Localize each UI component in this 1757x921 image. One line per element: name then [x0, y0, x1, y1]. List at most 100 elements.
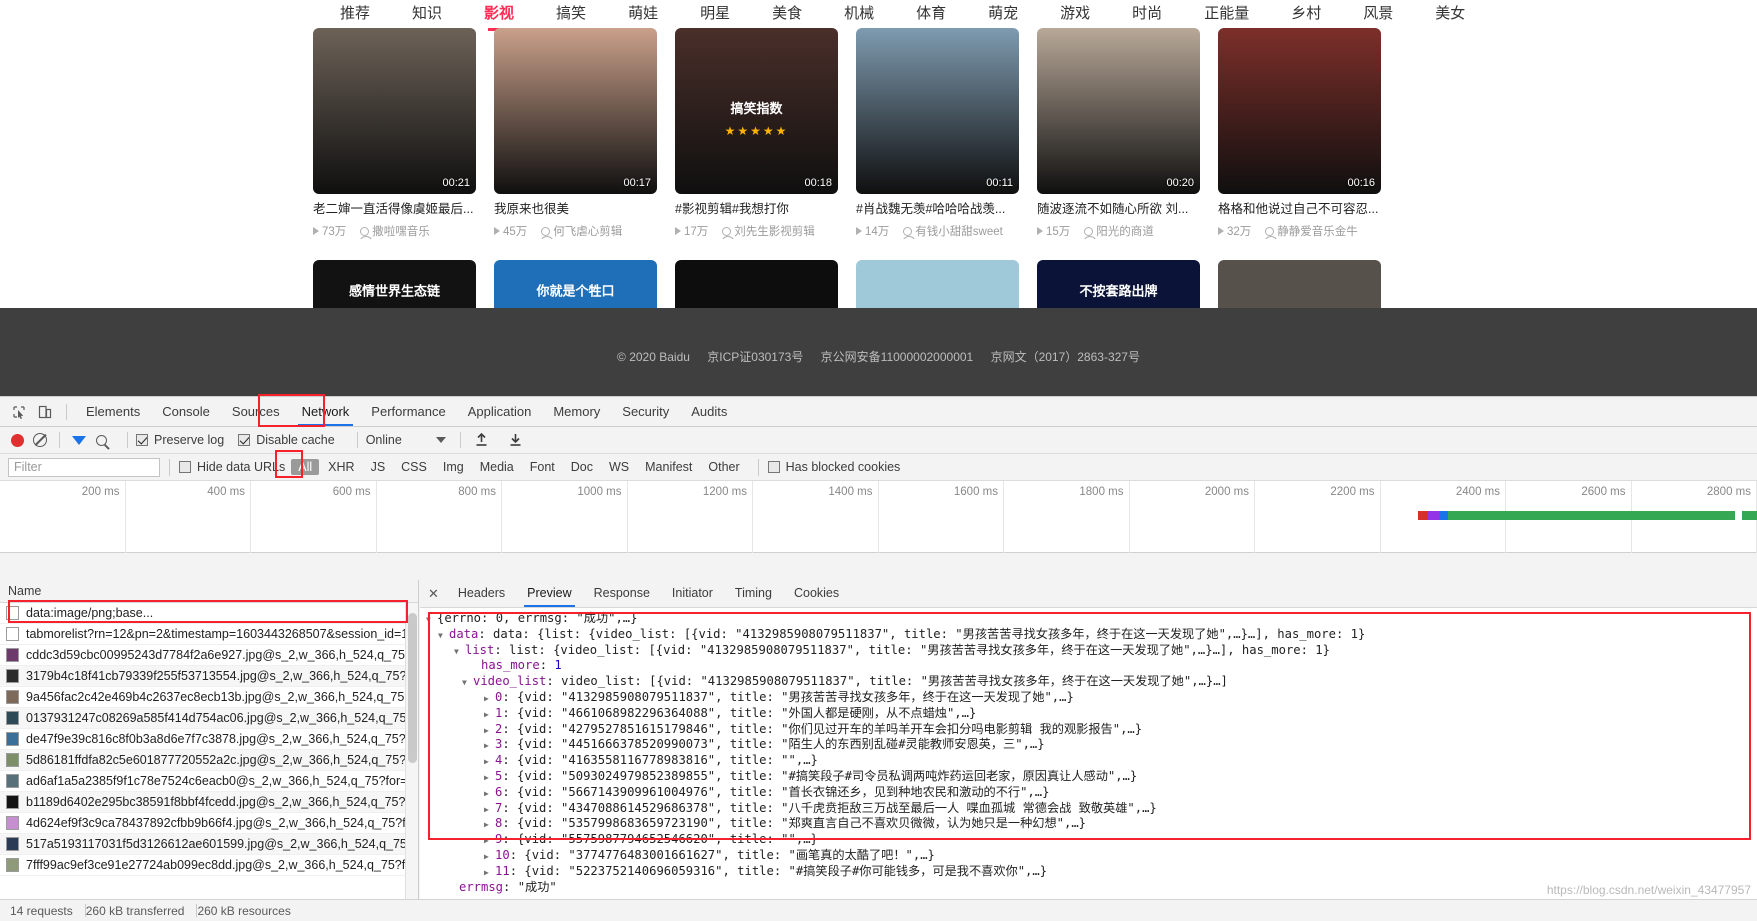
disclosure-triangle-icon[interactable]: [484, 785, 495, 802]
disclosure-triangle-icon[interactable]: [484, 753, 495, 770]
author[interactable]: 有钱小甜甜sweet: [903, 223, 1003, 239]
author[interactable]: 撒啦嘿音乐: [360, 223, 430, 239]
nav-item-3[interactable]: 搞笑: [556, 0, 586, 28]
type-filter-ws[interactable]: WS: [602, 459, 636, 475]
type-filter-all[interactable]: All: [291, 459, 320, 475]
devtools-tab-performance[interactable]: Performance: [360, 397, 456, 426]
footer-icp[interactable]: 京ICP证030173号: [707, 350, 803, 364]
video-card[interactable]: 00:17 我原来也很美 45万 何飞虐心剪辑: [494, 28, 657, 239]
json-line-item[interactable]: 1: {vid: "4661068982296364088", title: "…: [420, 706, 1757, 722]
video-thumbnail[interactable]: 00:16: [1218, 28, 1381, 194]
nav-item-6[interactable]: 美食: [772, 0, 802, 28]
video-card[interactable]: 00:21 老二婶一直活得像虞姬最后... 73万 撒啦嘿音乐: [313, 28, 476, 239]
request-row[interactable]: 517a5193117031f5d3126612ae601599.jpg@s_2…: [0, 834, 418, 855]
detail-tab-cookies[interactable]: Cookies: [783, 580, 850, 607]
clear-icon[interactable]: [33, 433, 47, 447]
json-line-video-list[interactable]: video_list: video_list: [{vid: "41329859…: [420, 674, 1757, 690]
json-line-item[interactable]: 3: {vid: "4451666378520990073", title: "…: [420, 737, 1757, 753]
type-filter-img[interactable]: Img: [436, 459, 471, 475]
devtools-tab-security[interactable]: Security: [611, 397, 680, 426]
devtools-tab-memory[interactable]: Memory: [542, 397, 611, 426]
json-line-root[interactable]: {errno: 0, errmsg: "成功",…}: [420, 611, 1757, 627]
request-row[interactable]: de47f9e39c816c8f0b3a8d6e7f7c3878.jpg@s_2…: [0, 729, 418, 750]
detail-tab-response[interactable]: Response: [583, 580, 661, 607]
disclosure-triangle-icon[interactable]: [484, 801, 495, 818]
json-line-item[interactable]: 8: {vid: "5357998683659723190", title: "…: [420, 816, 1757, 832]
disclosure-triangle-icon[interactable]: [484, 864, 495, 881]
nav-item-12[interactable]: 正能量: [1204, 0, 1249, 28]
nav-item-7[interactable]: 机械: [844, 0, 874, 28]
json-line-has-more[interactable]: has_more: 1: [420, 658, 1757, 674]
disclosure-triangle-icon[interactable]: [484, 832, 495, 849]
json-line-item[interactable]: 11: {vid: "5223752140696059316", title: …: [420, 864, 1757, 880]
video-title[interactable]: 随波逐流不如随心所欲 刘...: [1037, 201, 1200, 218]
request-row[interactable]: tabmorelist?rn=12&pn=2&timestamp=1603443…: [0, 624, 418, 645]
author[interactable]: 何飞虐心剪辑: [541, 223, 622, 239]
disclosure-triangle-icon[interactable]: [426, 611, 437, 628]
disclosure-triangle-icon[interactable]: [484, 816, 495, 833]
disclosure-triangle-icon[interactable]: [484, 848, 495, 865]
disclosure-triangle-icon[interactable]: [484, 722, 495, 739]
type-filter-js[interactable]: JS: [364, 459, 393, 475]
throttling-select[interactable]: Online: [366, 433, 446, 447]
type-filter-manifest[interactable]: Manifest: [638, 459, 699, 475]
video-title[interactable]: #肖战魏无羡#哈哈哈战羡...: [856, 201, 1019, 218]
devtools-tab-application[interactable]: Application: [457, 397, 543, 426]
json-line-item[interactable]: 0: {vid: "4132985908079511837", title: "…: [420, 690, 1757, 706]
author[interactable]: 阳光的商道: [1084, 223, 1154, 239]
request-row[interactable]: 4d624ef9f3c9ca78437892cfbb9b66f4.jpg@s_2…: [0, 813, 418, 834]
devtools-tab-elements[interactable]: Elements: [75, 397, 151, 426]
json-line-item[interactable]: 6: {vid: "5667143909961004976", title: "…: [420, 785, 1757, 801]
video-thumbnail[interactable]: 00:17: [494, 28, 657, 194]
nav-item-1[interactable]: 知识: [412, 0, 442, 28]
type-filter-doc[interactable]: Doc: [564, 459, 600, 475]
video-thumbnail[interactable]: 00:11: [856, 28, 1019, 194]
video-thumbnail[interactable]: 00:20: [1037, 28, 1200, 194]
request-row[interactable]: 7fff99ac9ef3ce91e27724ab099ec8dd.jpg@s_2…: [0, 855, 418, 876]
video-thumbnail[interactable]: 搞笑指数 ★★★★★ 00:18: [675, 28, 838, 194]
detail-tab-timing[interactable]: Timing: [724, 580, 783, 607]
request-row[interactable]: 9a456fac2c42e469b4c2637ec8ecb13b.jpg@s_2…: [0, 687, 418, 708]
devtools-tab-sources[interactable]: Sources: [221, 397, 291, 426]
hide-data-urls-checkbox[interactable]: [179, 461, 191, 473]
disclosure-triangle-icon[interactable]: [484, 690, 495, 707]
nav-item-15[interactable]: 美女: [1435, 0, 1465, 28]
import-har-icon[interactable]: [469, 428, 495, 452]
request-row[interactable]: 0137931247c08269a585f414d754ac06.jpg@s_2…: [0, 708, 418, 729]
type-filter-font[interactable]: Font: [523, 459, 562, 475]
export-har-icon[interactable]: [503, 428, 529, 452]
requests-column-header[interactable]: Name: [0, 580, 418, 603]
detail-tab-headers[interactable]: Headers: [447, 580, 516, 607]
json-line-item[interactable]: 9: {vid: "5575987794652546620", title: "…: [420, 832, 1757, 848]
nav-item-4[interactable]: 萌娃: [628, 0, 658, 28]
video-title[interactable]: 格格和他说过自己不可容忍...: [1218, 201, 1381, 218]
inspect-element-icon[interactable]: [6, 400, 32, 424]
filter-input[interactable]: Filter: [8, 457, 160, 477]
json-line-list[interactable]: list: list: {video_list: [{vid: "4132985…: [420, 643, 1757, 659]
request-row[interactable]: 3179b4c18f41cb79339f255f53713554.jpg@s_2…: [0, 666, 418, 687]
type-filter-xhr[interactable]: XHR: [321, 459, 361, 475]
footer-gongan[interactable]: 京公网安备11000002000001: [821, 350, 974, 364]
request-row[interactable]: b1189d6402e295bc38591f8bbf4fcedd.jpg@s_2…: [0, 792, 418, 813]
preserve-log-checkbox[interactable]: [136, 434, 148, 446]
nav-item-9[interactable]: 萌宠: [988, 0, 1018, 28]
json-line-item[interactable]: 10: {vid: "3774776483001661627", title: …: [420, 848, 1757, 864]
nav-item-10[interactable]: 游戏: [1060, 0, 1090, 28]
author[interactable]: 静静爱音乐金牛: [1265, 223, 1358, 239]
video-card[interactable]: 搞笑指数 ★★★★★ 00:18 #影视剪辑#我想打你 17万 刘先生影视剪辑: [675, 28, 838, 239]
json-line-item[interactable]: 4: {vid: "4163558116778983816", title: "…: [420, 753, 1757, 769]
nav-item-11[interactable]: 时尚: [1132, 0, 1162, 28]
video-title[interactable]: 老二婶一直活得像虞姬最后...: [313, 201, 476, 218]
nav-item-8[interactable]: 体育: [916, 0, 946, 28]
search-icon[interactable]: [96, 434, 119, 446]
json-line-data[interactable]: data: data: {list: {video_list: [{vid: "…: [420, 627, 1757, 643]
disclosure-triangle-icon[interactable]: [484, 737, 495, 754]
network-overview-timeline[interactable]: 200 ms 400 ms 600 ms 800 ms 1000 ms 1200 ms 14…: [0, 481, 1757, 553]
type-filter-css[interactable]: CSS: [394, 459, 434, 475]
requests-scrollbar[interactable]: [405, 603, 418, 899]
disclosure-triangle-icon[interactable]: [454, 643, 465, 660]
video-title[interactable]: 我原来也很美: [494, 201, 657, 218]
disclosure-triangle-icon[interactable]: [462, 674, 473, 691]
has-blocked-cookies-checkbox[interactable]: [767, 461, 780, 473]
nav-item-5[interactable]: 明星: [700, 0, 730, 28]
